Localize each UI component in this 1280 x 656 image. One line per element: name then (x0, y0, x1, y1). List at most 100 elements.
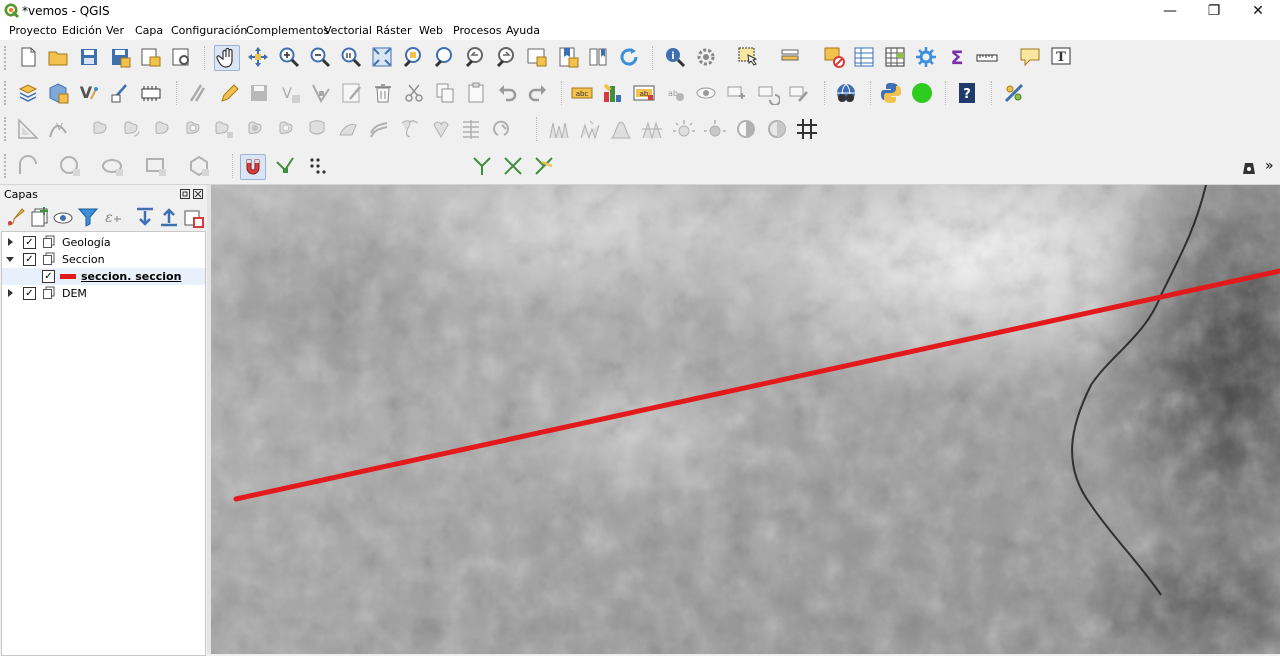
rotate-point-symbols-icon[interactable] (490, 117, 514, 141)
paste-features-icon[interactable] (464, 81, 488, 105)
move-label-icon[interactable] (725, 81, 749, 105)
topological-editing-icon[interactable] (470, 154, 494, 178)
expand-arrow-icon[interactable] (7, 238, 15, 246)
split-parts-icon[interactable] (429, 117, 453, 141)
layer-visibility-checkbox[interactable]: ✓ (23, 253, 36, 266)
toggle-editing-icon[interactable] (217, 81, 241, 105)
restore-button[interactable]: ❐ (1192, 0, 1236, 22)
collapse-all-icon[interactable] (157, 205, 177, 227)
geometry-checker-icon[interactable] (1237, 154, 1261, 178)
add-group-icon[interactable] (28, 205, 48, 227)
layer-tree-item-dem[interactable]: ✓ DEM (2, 285, 205, 302)
zoom-last-icon[interactable] (463, 45, 487, 69)
expand-arrow-icon[interactable] (7, 289, 15, 297)
new-print-layout-icon[interactable] (138, 45, 162, 69)
menu-ver[interactable]: Ver (106, 24, 124, 37)
raster-histogram-icon[interactable] (609, 117, 633, 141)
minimize-button[interactable]: — (1148, 0, 1192, 22)
raster-terrain-icon[interactable] (578, 117, 602, 141)
open-project-icon[interactable] (46, 45, 70, 69)
toolbox-icon[interactable] (914, 45, 938, 69)
change-label-icon[interactable] (787, 81, 811, 105)
menu-raster[interactable]: Ráster (376, 24, 411, 37)
add-ring-icon[interactable] (181, 117, 205, 141)
vertex-tool-icon[interactable] (309, 81, 333, 105)
layer-visibility-checkbox[interactable]: ✓ (42, 270, 55, 283)
text-annotation-icon[interactable]: T (1049, 45, 1073, 69)
menu-complementos[interactable]: Complementos (246, 24, 329, 37)
zoom-to-layer-icon[interactable] (432, 45, 456, 69)
close-window-button[interactable]: ✕ (1236, 0, 1280, 22)
toolbar-grip[interactable] (4, 46, 9, 70)
pan-to-selection-icon[interactable] (246, 45, 270, 69)
new-map-view-icon[interactable] (525, 45, 549, 69)
menu-capa[interactable]: Capa (135, 24, 163, 37)
simplify-feature-icon[interactable] (150, 117, 174, 141)
menu-vectorial[interactable]: Vectorial (324, 24, 372, 37)
select-features-icon[interactable] (736, 45, 760, 69)
menu-web[interactable]: Web (419, 24, 443, 37)
collapse-arrow-icon[interactable] (6, 255, 14, 263)
add-part-icon[interactable] (212, 117, 236, 141)
move-feature-icon[interactable] (88, 117, 112, 141)
add-circle-icon[interactable] (58, 154, 82, 178)
menu-edicion[interactable]: Edición (62, 24, 102, 37)
identify-features-icon[interactable]: i (663, 45, 687, 69)
delete-part-icon[interactable] (305, 117, 329, 141)
layer-visibility-checkbox[interactable]: ✓ (23, 236, 36, 249)
snap-intersection-icon[interactable] (501, 154, 525, 178)
toolbar-grip[interactable] (4, 154, 9, 178)
offset-curve-icon[interactable] (367, 117, 391, 141)
layer-tree-item-seccion[interactable]: ✓ Seccion (2, 251, 205, 268)
highlight-pinned-labels-icon[interactable]: ab (632, 81, 656, 105)
remove-layer-icon[interactable] (181, 205, 204, 228)
delete-selected-icon[interactable] (371, 81, 395, 105)
increase-brightness-icon[interactable] (672, 117, 696, 141)
digitize-line-icon[interactable]: V (278, 81, 302, 105)
decrease-contrast-icon[interactable] (765, 117, 789, 141)
delete-ring-icon[interactable] (274, 117, 298, 141)
menu-ayuda[interactable]: Ayuda (506, 24, 540, 37)
toolbar-grip[interactable] (4, 81, 9, 105)
fill-ring-icon[interactable] (243, 117, 267, 141)
current-edits-icon[interactable] (186, 81, 210, 105)
data-source-manager-icon[interactable] (16, 81, 40, 105)
gps-tools-icon[interactable] (1002, 81, 1026, 105)
self-snapping-icon[interactable] (532, 154, 556, 178)
show-bookmarks-icon[interactable] (586, 45, 610, 69)
snap-to-vertex-icon[interactable] (273, 154, 297, 178)
menu-proyecto[interactable]: Proyecto (9, 24, 57, 37)
grid-icon[interactable] (795, 117, 819, 141)
undo-icon[interactable] (495, 81, 519, 105)
statistical-summary-icon[interactable]: Σ (945, 45, 969, 69)
new-bookmark-icon[interactable] (556, 45, 580, 69)
zoom-out-icon[interactable] (308, 45, 332, 69)
raster-interpolation-icon[interactable] (547, 117, 571, 141)
add-delimited-text-layer-icon[interactable] (108, 81, 132, 105)
pan-map-icon[interactable] (214, 45, 240, 71)
new-project-icon[interactable] (16, 45, 40, 69)
refresh-icon[interactable] (617, 45, 641, 69)
split-features-icon[interactable] (398, 117, 422, 141)
rotate-feature-icon[interactable] (119, 117, 143, 141)
style-manager-icon[interactable] (4, 205, 25, 226)
layer-diagram-options-icon[interactable] (601, 81, 625, 105)
add-regular-polygon-icon[interactable] (187, 154, 211, 178)
filter-by-expression-icon[interactable]: ε (100, 205, 121, 226)
pin-labels-icon[interactable]: ab (663, 81, 687, 105)
layer-tree-item-seccion-seccion[interactable]: ✓ seccion. seccion (2, 268, 205, 285)
advanced-digitizing-icon[interactable] (16, 117, 40, 141)
layer-tree-item-geologia[interactable]: ✓ Geología (2, 234, 205, 251)
layout-manager-icon[interactable] (169, 45, 193, 69)
menu-procesos[interactable]: Procesos (453, 24, 501, 37)
filter-legend-icon[interactable] (76, 205, 99, 227)
float-panel-icon[interactable] (180, 189, 190, 199)
rotate-label-icon[interactable] (756, 81, 780, 105)
cut-features-icon[interactable] (402, 81, 426, 105)
run-feature-action-icon[interactable] (694, 45, 718, 69)
select-by-value-icon[interactable] (779, 45, 803, 69)
measure-line-icon[interactable] (975, 45, 999, 69)
save-project-icon[interactable] (77, 45, 101, 69)
menu-configuracion[interactable]: Configuración (171, 24, 247, 37)
map-tips-icon[interactable] (1018, 45, 1042, 69)
